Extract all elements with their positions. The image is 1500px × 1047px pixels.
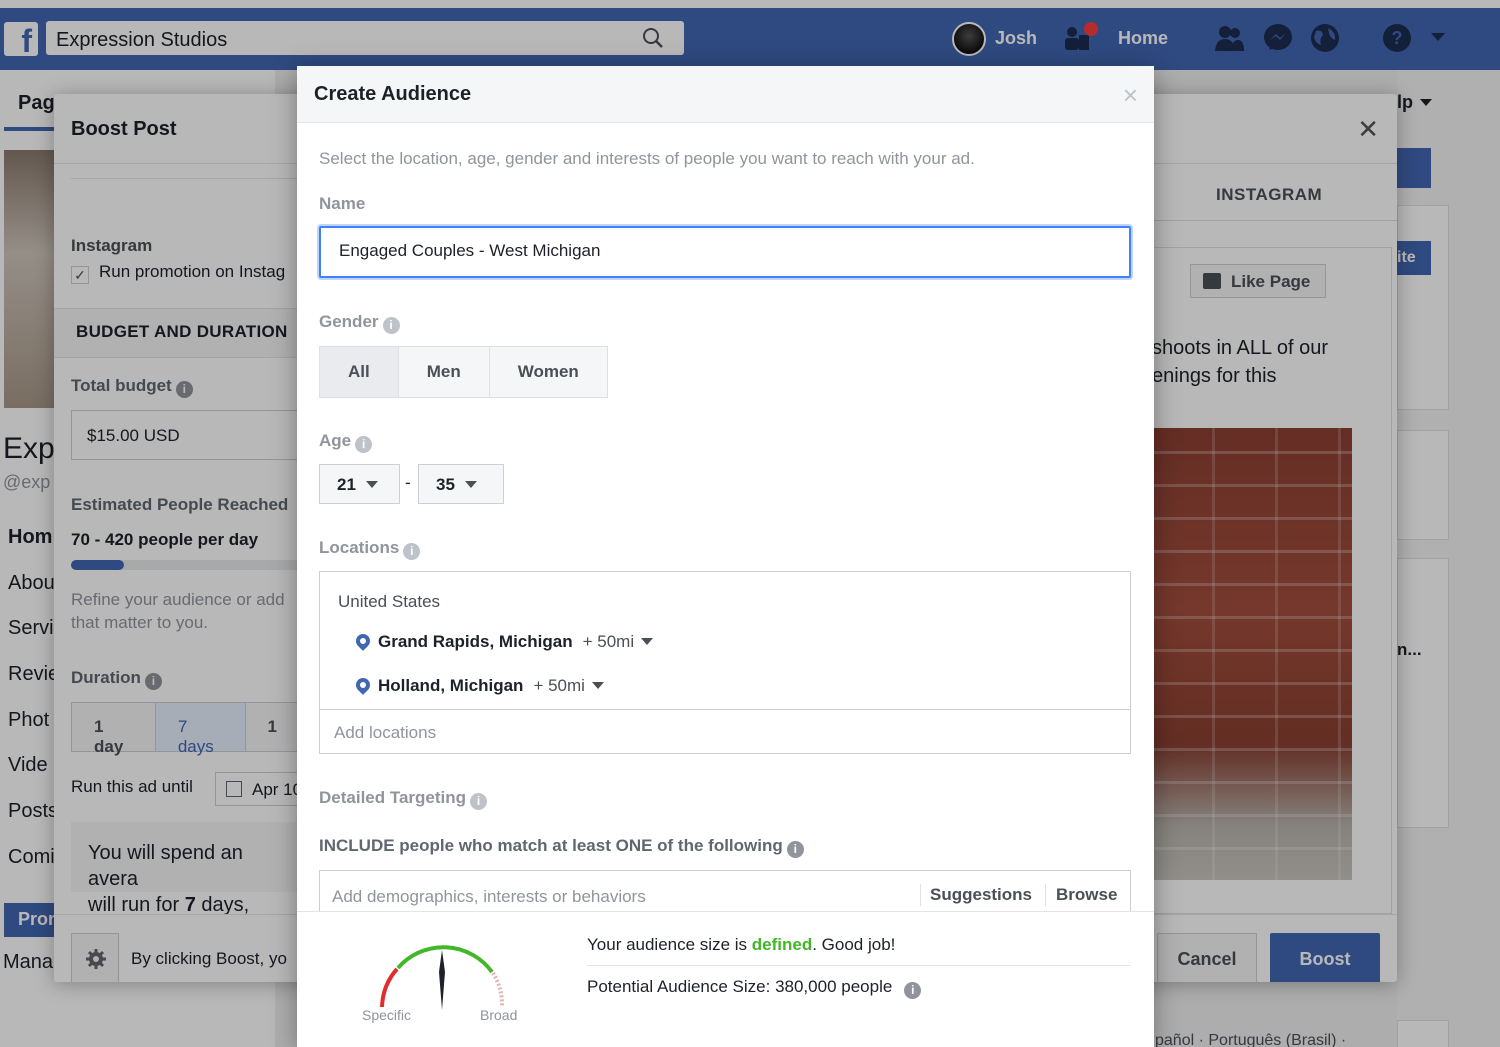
gender-label: Gender i — [319, 312, 400, 334]
age-separator: - — [405, 473, 411, 492]
caret-down-icon — [591, 682, 604, 689]
audience-size-status: Your audience size is defined. Good job! — [587, 935, 896, 954]
age-min-value: 21 — [337, 475, 356, 494]
potential-audience-size: Potential Audience Size: 380,000 people i — [587, 977, 922, 999]
locations-box: United States Grand Rapids, Michigan + 50… — [319, 571, 1131, 754]
divider — [587, 965, 1131, 966]
location-name: Holland, Michigan — [378, 676, 524, 695]
close-icon[interactable]: × — [1123, 80, 1138, 111]
location-country: United States — [338, 592, 441, 611]
info-icon[interactable]: i — [403, 543, 421, 560]
location-radius-dropdown[interactable]: + 50mi — [533, 676, 604, 695]
audience-intro-text: Select the location, age, gender and int… — [319, 149, 975, 168]
age-max-value: 35 — [436, 475, 455, 494]
gender-men-button[interactable]: Men — [398, 347, 490, 397]
browse-button[interactable]: Browse — [1056, 885, 1117, 905]
audience-name-input[interactable]: Engaged Couples - West Michigan — [319, 226, 1131, 278]
create-audience-header: Create Audience × — [297, 66, 1154, 123]
create-audience-title: Create Audience — [314, 83, 472, 105]
location-radius-dropdown[interactable]: + 50mi — [583, 632, 654, 651]
gauge-specific-label: Specific — [362, 1007, 412, 1023]
info-icon[interactable]: i — [904, 982, 922, 999]
age-label: Age i — [319, 431, 373, 453]
age-max-select[interactable]: 35 — [418, 464, 504, 504]
caret-down-icon — [365, 481, 378, 488]
audience-gauge — [380, 945, 505, 1010]
divider — [920, 884, 921, 906]
gauge-broad-label: Broad — [480, 1007, 518, 1023]
location-item[interactable]: Grand Rapids, Michigan + 50mi — [353, 631, 654, 652]
location-pin-icon — [353, 675, 373, 695]
gender-selector: All Men Women — [319, 346, 608, 398]
info-icon[interactable]: i — [470, 793, 488, 810]
gender-women-button[interactable]: Women — [489, 347, 607, 397]
info-icon[interactable]: i — [355, 436, 373, 453]
location-pin-icon — [353, 631, 373, 651]
caret-down-icon — [641, 638, 654, 645]
caret-down-icon — [464, 481, 477, 488]
location-item[interactable]: Holland, Michigan + 50mi — [353, 675, 604, 696]
info-icon[interactable]: i — [786, 841, 804, 858]
create-audience-dialog: Create Audience × Select the location, a… — [297, 66, 1154, 1047]
include-targeting-label: INCLUDE people who match at least ONE of… — [319, 836, 804, 858]
divider — [1045, 884, 1046, 906]
add-locations-input[interactable]: Add locations — [320, 709, 1130, 753]
location-name: Grand Rapids, Michigan — [378, 632, 573, 651]
locations-label: Locations i — [319, 538, 421, 560]
info-icon[interactable]: i — [382, 317, 400, 334]
suggestions-button[interactable]: Suggestions — [930, 885, 1032, 905]
age-min-select[interactable]: 21 — [319, 464, 400, 504]
name-label: Name — [319, 194, 366, 213]
audience-size-footer: Specific Broad Your audience size is def… — [297, 911, 1154, 1047]
detailed-targeting-label: Detailed Targeting i — [319, 788, 488, 810]
targeting-placeholder: Add demographics, interests or behaviors — [332, 887, 646, 906]
gender-all-button[interactable]: All — [320, 347, 399, 397]
